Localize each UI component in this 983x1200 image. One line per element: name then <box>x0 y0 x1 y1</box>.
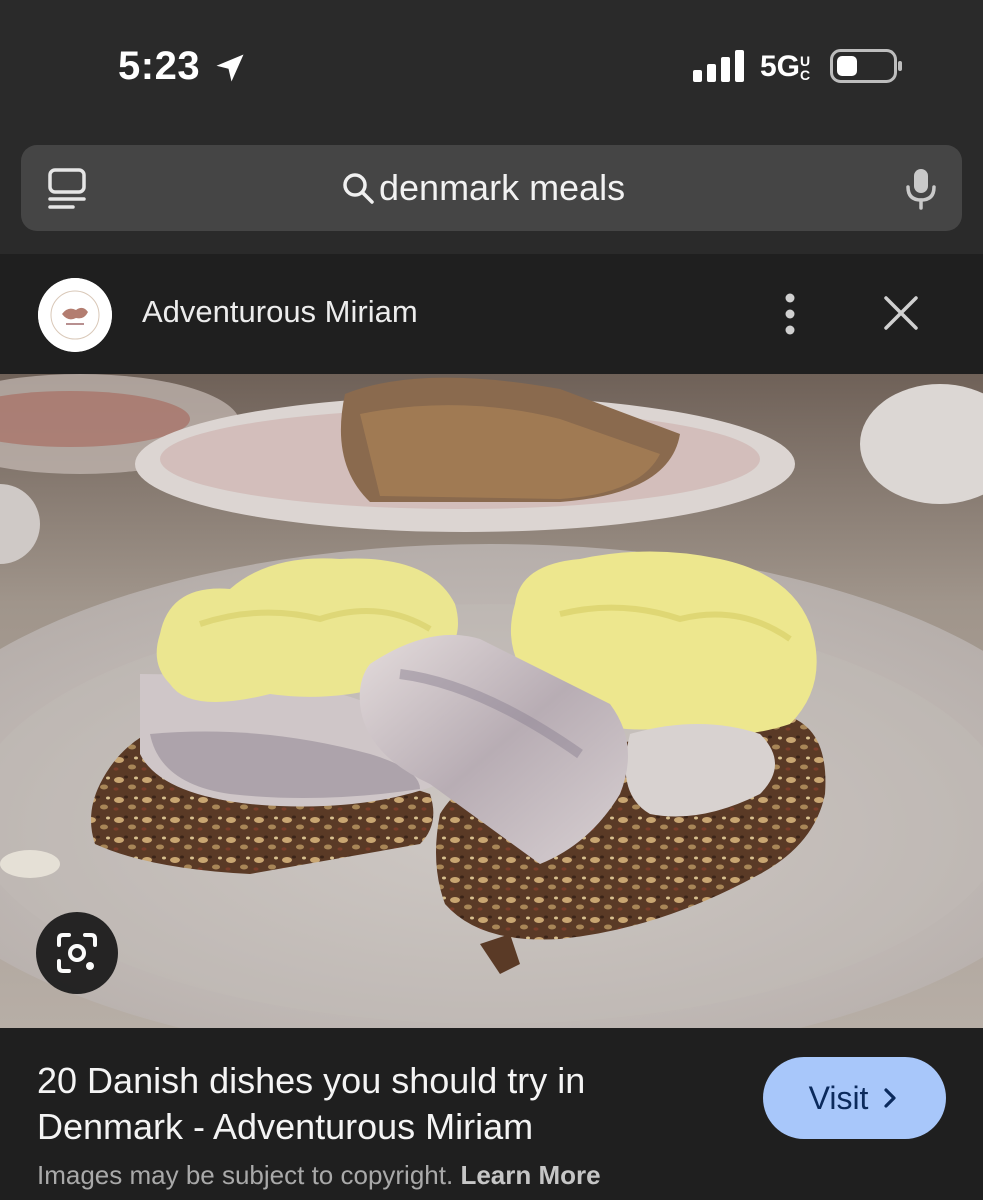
tabs-icon[interactable] <box>47 167 87 211</box>
search-icon <box>343 173 374 204</box>
battery-icon <box>830 49 902 83</box>
result-title[interactable]: 20 Danish dishes you should try in Denma… <box>37 1058 677 1150</box>
search-bar[interactable]: denmark meals <box>21 145 962 231</box>
close-icon[interactable] <box>880 292 922 334</box>
search-area: denmark meals <box>0 134 983 254</box>
lens-button[interactable] <box>36 912 118 994</box>
search-query[interactable]: denmark meals <box>379 167 625 209</box>
status-time: 5:23 <box>118 44 201 88</box>
visit-label: Visit <box>808 1079 869 1116</box>
copyright-notice: Images may be subject to copyright. Lear… <box>37 1160 601 1191</box>
location-arrow-icon <box>216 54 244 82</box>
source-name[interactable]: Adventurous Miriam <box>142 294 418 330</box>
signal-bars-icon <box>693 50 744 82</box>
learn-more-link[interactable]: Learn More <box>460 1160 600 1190</box>
network-suffix: UC <box>800 53 811 83</box>
network-label: 5G <box>760 50 801 83</box>
result-image[interactable] <box>0 374 983 1028</box>
lens-icon <box>57 933 97 973</box>
status-bar: 5:23 5GUC <box>0 0 983 134</box>
source-header: Adventurous Miriam <box>0 254 983 374</box>
source-logo <box>38 278 112 352</box>
network-indicator: 5GUC <box>760 50 814 84</box>
visit-button[interactable]: Visit <box>763 1057 946 1139</box>
more-vertical-icon[interactable] <box>770 290 810 338</box>
chevron-right-icon <box>884 1088 897 1108</box>
source-avatar[interactable] <box>38 278 112 352</box>
copyright-text: Images may be subject to copyright. <box>37 1160 454 1190</box>
mic-icon[interactable] <box>905 167 937 211</box>
result-details: 20 Danish dishes you should try in Denma… <box>0 1028 983 1200</box>
food-photo <box>0 374 983 1028</box>
